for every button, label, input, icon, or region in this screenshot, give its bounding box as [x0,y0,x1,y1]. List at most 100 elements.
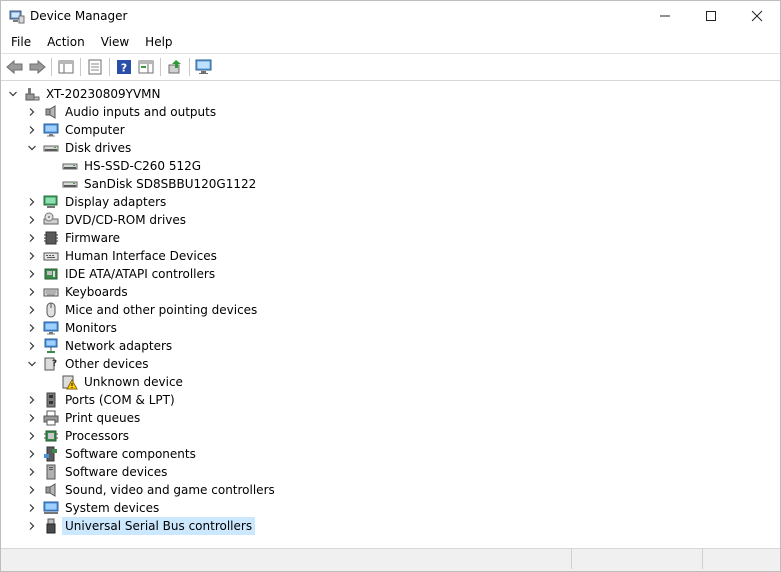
chevron-right-icon[interactable] [26,445,38,463]
tree-item-audio-inputs-and-outputs[interactable]: Audio inputs and outputs [1,103,780,121]
tree-item-label[interactable]: Software components [62,445,199,463]
tree-item-human-interface-devices[interactable]: Human Interface Devices [1,247,780,265]
tree-item-label[interactable]: Mice and other pointing devices [62,301,260,319]
tree-item-label[interactable]: Network adapters [62,337,175,355]
tree-item-display-adapters[interactable]: Display adapters [1,193,780,211]
tree-item-firmware[interactable]: Firmware [1,229,780,247]
tree-item-label[interactable]: SanDisk SD8SBBU120G1122 [81,175,259,193]
chevron-down-icon[interactable] [26,355,38,373]
chevron-right-icon[interactable] [26,301,38,319]
chevron-right-icon[interactable] [26,409,38,427]
update-driver-button[interactable] [164,56,186,78]
chevron-down-icon[interactable] [7,85,19,103]
tree-item-label[interactable]: Computer [62,121,128,139]
tree-item-label[interactable]: DVD/CD-ROM drives [62,211,189,229]
menu-action[interactable]: Action [39,31,93,53]
tree-item-other-devices[interactable]: ? Other devices [1,355,780,373]
tree-item-label[interactable]: Monitors [62,319,120,337]
chevron-right-icon[interactable] [26,517,38,535]
chevron-right-icon[interactable] [26,229,38,247]
tree-item-label[interactable]: Other devices [62,355,152,373]
chevron-right-icon[interactable] [26,391,38,409]
tree-item-label[interactable]: Human Interface Devices [62,247,220,265]
chevron-right-icon[interactable] [26,499,38,517]
menu-file[interactable]: File [3,31,39,53]
action-pane-button[interactable] [135,56,157,78]
chevron-right-icon[interactable] [26,427,38,445]
tree-item-software-components[interactable]: Software components [1,445,780,463]
properties-button[interactable] [84,56,106,78]
tree-item-computer[interactable]: Computer [1,121,780,139]
console-tree-icon [58,60,74,74]
tree-item-print-queues[interactable]: Print queues [1,409,780,427]
tree-item-software-devices[interactable]: Software devices [1,463,780,481]
tree-item-ports-com-lpt[interactable]: Ports (COM & LPT) [1,391,780,409]
tree-item-label[interactable]: Software devices [62,463,170,481]
tree-item-system-devices[interactable]: System devices [1,499,780,517]
menu-view[interactable]: View [93,31,137,53]
tree-item-network-adapters[interactable]: Network adapters [1,337,780,355]
chevron-right-icon[interactable] [26,103,38,121]
tree-item-label[interactable]: IDE ATA/ATAPI controllers [62,265,218,283]
close-button[interactable] [734,1,780,31]
menu-help[interactable]: Help [137,31,180,53]
chevron-right-icon[interactable] [26,283,38,301]
chevron-right-icon[interactable] [26,481,38,499]
tree-root-computer[interactable]: XT-20230809YVMN [1,85,780,103]
tree-item-label[interactable]: Ports (COM & LPT) [62,391,178,409]
tree-item-label[interactable]: Audio inputs and outputs [62,103,219,121]
tree-item-ide-ata-atapi-controllers[interactable]: IDE ATA/ATAPI controllers [1,265,780,283]
monitor-icon [43,320,59,336]
ide-icon [43,266,59,282]
chevron-right-icon[interactable] [26,319,38,337]
tree-item-label[interactable]: Disk drives [62,139,134,157]
back-button[interactable] [4,56,26,78]
show-hide-console-tree-button[interactable] [55,56,77,78]
chevron-right-icon[interactable] [26,265,38,283]
tree-item-keyboards[interactable]: Keyboards [1,283,780,301]
svg-text:?: ? [121,62,127,75]
tree-item-label[interactable]: System devices [62,499,162,517]
tree-item-label[interactable]: Keyboards [62,283,131,301]
maximize-button[interactable] [688,1,734,31]
tree-item-processors[interactable]: Processors [1,427,780,445]
tree-item-label[interactable]: Print queues [62,409,143,427]
tree-item-label[interactable]: Unknown device [81,373,186,391]
tree-item-label[interactable]: Firmware [62,229,123,247]
toolbar-separator [109,58,110,76]
status-pane-tertiary [703,549,779,569]
chevron-right-icon[interactable] [26,247,38,265]
toolbar-separator [80,58,81,76]
chevron-down-icon[interactable] [26,139,38,157]
minimize-button[interactable] [642,1,688,31]
tree-item-sound-video-and-game-controllers[interactable]: Sound, video and game controllers [1,481,780,499]
chevron-right-icon[interactable] [26,121,38,139]
chevron-right-icon[interactable] [26,463,38,481]
tree-item-label[interactable]: Processors [62,427,132,445]
dvd-icon [43,212,59,228]
close-icon [751,10,763,22]
tree-device-unknown-device[interactable]: Unknown device [1,373,780,391]
scan-hardware-button[interactable] [193,56,215,78]
tree-item-label[interactable]: HS-SSD-C260 512G [81,157,204,175]
tree-item-label[interactable]: Display adapters [62,193,169,211]
tree-device-hs-ssd-c260-512g[interactable]: HS-SSD-C260 512G [1,157,780,175]
chevron-right-icon[interactable] [26,193,38,211]
chevron-right-icon[interactable] [26,337,38,355]
tree-item-dvd-cd-rom-drives[interactable]: DVD/CD-ROM drives [1,211,780,229]
tree-item-label[interactable]: Sound, video and game controllers [62,481,278,499]
speaker-icon [43,104,59,120]
chevron-right-icon[interactable] [26,211,38,229]
tree-item-mice-and-other-pointing-devices[interactable]: Mice and other pointing devices [1,301,780,319]
help-button[interactable]: ? [113,56,135,78]
status-pane-secondary [572,549,703,569]
tree-item-disk-drives[interactable]: Disk drives [1,139,780,157]
forward-button[interactable] [26,56,48,78]
tree-item-monitors[interactable]: Monitors [1,319,780,337]
tree-item-label[interactable]: Universal Serial Bus controllers [62,517,256,535]
device-tree: XT-20230809YVMN Audio inputs and outputs C… [1,83,780,547]
port-icon [43,392,59,408]
tree-item-label[interactable]: XT-20230809YVMN [43,85,164,103]
tree-item-universal-serial-bus-controllers[interactable]: Universal Serial Bus controllers [1,517,780,535]
tree-device-sandisk-sd8sbbu120g1122[interactable]: SanDisk SD8SBBU120G1122 [1,175,780,193]
